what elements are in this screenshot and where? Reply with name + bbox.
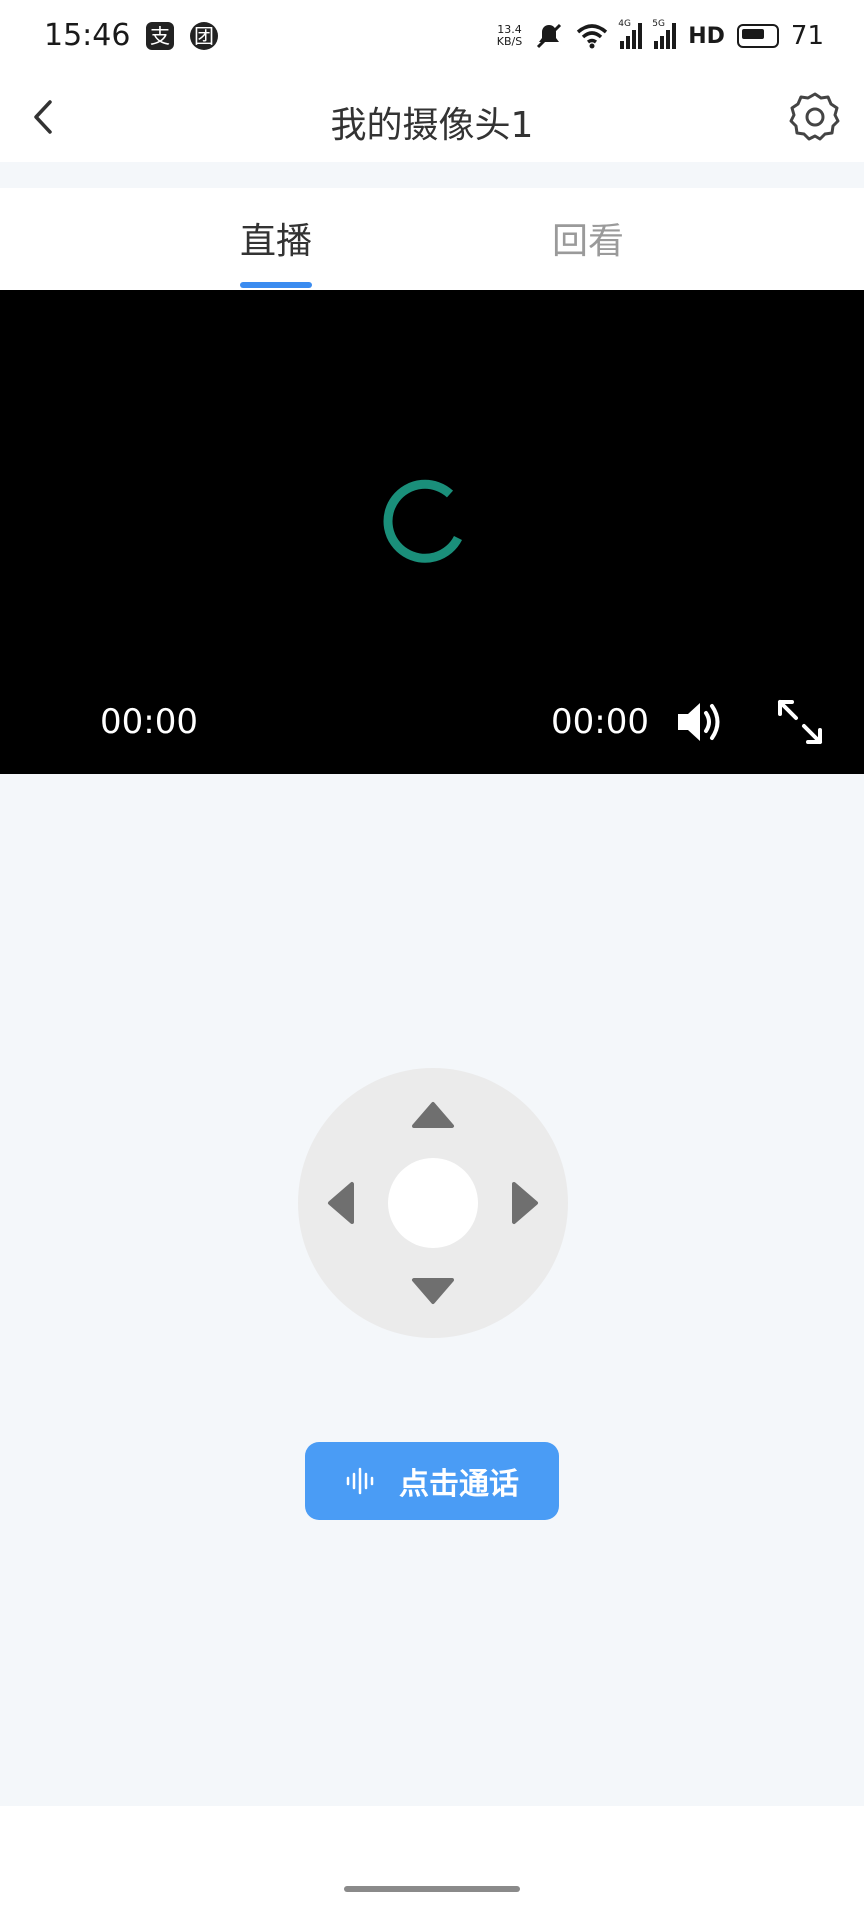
hd-voice-indicator: HD [688,23,725,49]
signal-5g-icon: 5G [652,19,677,49]
view-tabs: 直播 回看 [0,188,864,290]
tab-playback[interactable]: 回看 [552,212,624,264]
talk-button[interactable]: 点击通话 [305,1442,559,1520]
signal-4g-icon: 4G [618,19,643,49]
pan-down-button[interactable] [410,1276,456,1306]
app-header: 我的摄像头1 [0,72,864,162]
status-time: 15:46 [44,18,131,53]
speaker-icon [678,703,720,741]
arrow-left-icon [328,1182,354,1224]
gear-icon [789,92,840,141]
page-title: 我的摄像头1 [330,105,534,146]
wifi-icon [577,24,608,49]
arrow-down-icon [412,1278,454,1304]
pan-left-button[interactable] [326,1180,356,1226]
pan-up-button[interactable] [410,1100,456,1130]
status-indicators: 13.4 KB/S 4G 5G HD 71 [497,18,824,54]
volume-button[interactable] [672,694,728,750]
active-tab-indicator [240,282,312,288]
tab-live[interactable]: 直播 [240,212,312,264]
meituan-notification-icon: 团 [190,22,218,50]
ptz-center-button[interactable] [388,1158,478,1248]
arrow-up-icon [412,1102,454,1128]
settings-button[interactable] [786,88,844,146]
bottom-safe-area [0,1806,864,1920]
expand-icon [778,700,822,744]
arrow-right-icon [512,1182,538,1224]
loading-spinner-icon [383,479,463,563]
fullscreen-button[interactable] [772,694,828,750]
voice-wave-icon [346,1467,374,1495]
current-time: 00:00 [100,702,198,742]
mute-icon [537,23,562,49]
home-indicator[interactable] [344,1886,520,1892]
alipay-notification-icon: 支 [146,22,174,50]
status-bar: 15:46 支 团 13.4 KB/S 4G 5G HD 71 [0,0,864,72]
total-time: 00:00 [551,702,649,742]
talk-button-label: 点击通话 [399,1467,519,1502]
ptz-direction-pad [298,1068,568,1338]
battery-level: 71 [790,21,824,51]
pan-right-button[interactable] [510,1180,540,1226]
battery-icon [736,24,779,48]
network-speed: 13.4 KB/S [496,23,523,48]
